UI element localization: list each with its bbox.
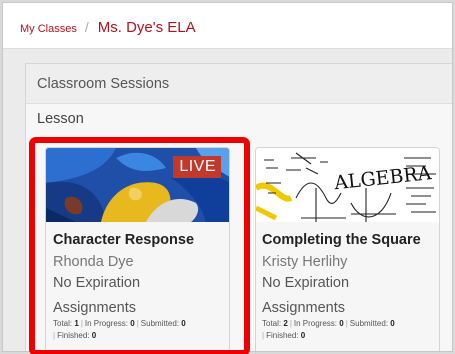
- stat-in-progress: 0: [130, 319, 135, 328]
- lesson-card-character-response[interactable]: LIVE Character Response Rhonda Dye No Ex…: [45, 147, 230, 351]
- expiration-status: No Expiration: [262, 275, 350, 291]
- stat-total: 2: [283, 319, 288, 328]
- breadcrumb-my-classes-link[interactable]: My Classes: [20, 23, 77, 35]
- stat-submitted: 0: [181, 319, 186, 328]
- assignment-stats: Total: 1 | In Progress: 0 | Submitted: 0 | Fi…: [53, 319, 186, 340]
- algebra-thumbnail-image: ALGEBRA: [256, 148, 439, 222]
- live-badge: LIVE: [173, 156, 221, 178]
- assignments-heading: Assignments: [262, 300, 346, 316]
- top-bar: My Classes / Ms. Dye's ELA: [3, 3, 452, 49]
- lesson-card-completing-the-square[interactable]: ALGEBRA Completing the Square Kristy Her…: [255, 147, 440, 351]
- stat-submitted: 0: [390, 319, 395, 328]
- lesson-thumbnail: ALGEBRA: [256, 148, 439, 222]
- section-label-lesson: Lesson: [37, 111, 84, 127]
- classroom-sessions-panel: Classroom Sessions Lesson LIVE Character…: [25, 63, 452, 351]
- expiration-status: No Expiration: [53, 275, 141, 291]
- breadcrumb: My Classes / Ms. Dye's ELA: [20, 19, 196, 36]
- stat-finished: 0: [300, 331, 306, 340]
- stat-total: 1: [74, 319, 79, 328]
- lesson-title: Completing the Square: [262, 232, 421, 248]
- teacher-name: Kristy Herlihy: [262, 254, 348, 270]
- lesson-title: Character Response: [53, 232, 195, 248]
- panel-header: Classroom Sessions: [26, 64, 452, 104]
- breadcrumb-separator: /: [84, 19, 89, 35]
- lesson-thumbnail: LIVE: [46, 148, 229, 222]
- card-body: Completing the Square Kristy Herlihy No …: [256, 222, 439, 351]
- stat-in-progress: 0: [339, 319, 344, 328]
- stat-finished: 0: [91, 331, 97, 340]
- assignments-heading: Assignments: [53, 300, 137, 316]
- card-body: Character Response Rhonda Dye No Expirat…: [46, 222, 229, 351]
- teacher-name: Rhonda Dye: [53, 254, 134, 270]
- assignment-stats: Total: 2 | In Progress: 0 | Submitted: 0 | Fi…: [262, 319, 395, 340]
- app-frame: My Classes / Ms. Dye's ELA Classroom Ses…: [2, 2, 453, 352]
- page-title: Ms. Dye's ELA: [97, 19, 196, 36]
